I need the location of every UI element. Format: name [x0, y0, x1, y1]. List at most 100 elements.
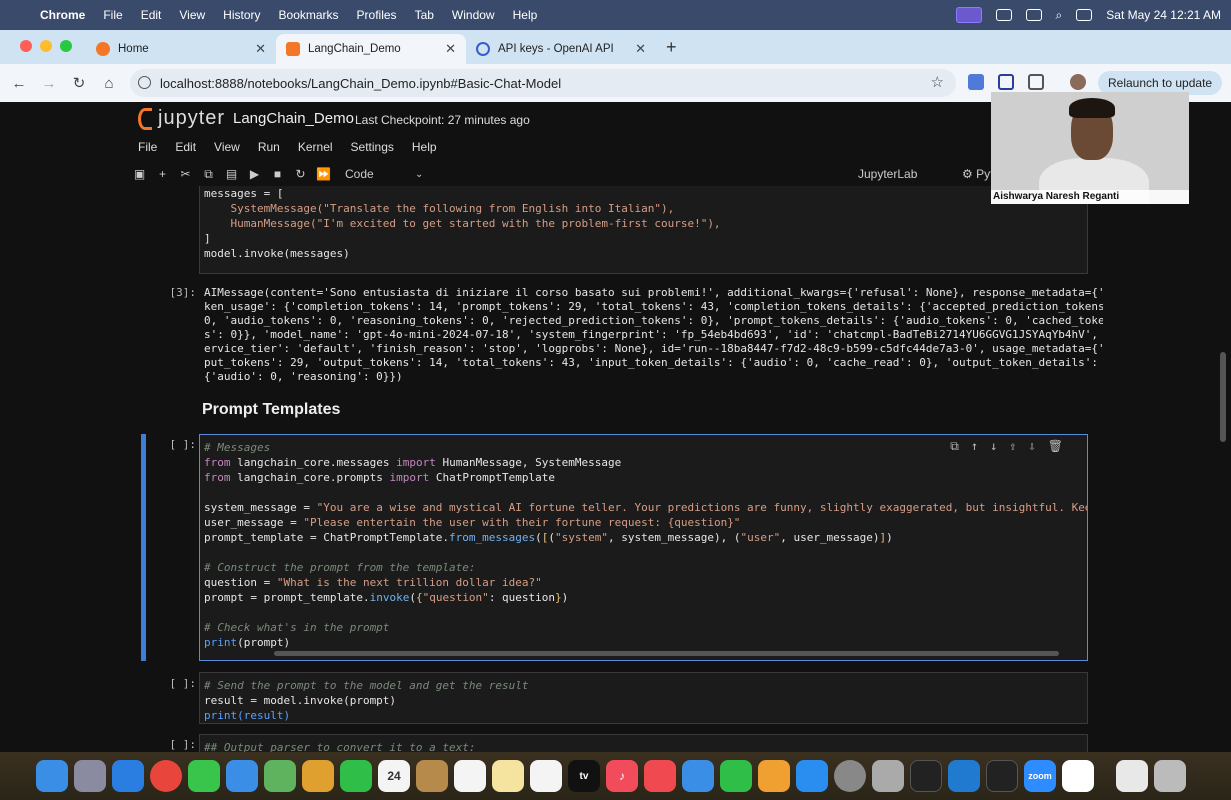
- restart-icon[interactable]: ↻: [289, 167, 312, 181]
- settings-icon[interactable]: [834, 760, 866, 792]
- jmenu-view[interactable]: View: [214, 140, 240, 154]
- documents-icon[interactable]: [1116, 760, 1148, 792]
- menu-edit[interactable]: Edit: [141, 8, 162, 22]
- horizontal-scrollbar[interactable]: [274, 651, 1059, 656]
- run-icon[interactable]: ▶: [243, 167, 266, 181]
- photos-icon[interactable]: [302, 760, 334, 792]
- menu-window[interactable]: Window: [452, 8, 495, 22]
- close-tab-icon[interactable]: ✕: [255, 41, 266, 57]
- jupyterlab-link[interactable]: JupyterLab: [858, 167, 917, 181]
- url-text[interactable]: localhost:8888/notebooks/LangChain_Demo.…: [160, 76, 561, 91]
- mail-icon[interactable]: [226, 760, 258, 792]
- insert-below-icon[interactable]: ⇩: [1029, 439, 1036, 454]
- duplicate-cell-icon[interactable]: ⧉: [950, 439, 959, 454]
- tv-icon[interactable]: tv: [568, 760, 600, 792]
- capcut-icon[interactable]: [1062, 760, 1094, 792]
- close-tab-icon[interactable]: ✕: [445, 41, 456, 57]
- jmenu-run[interactable]: Run: [258, 140, 280, 154]
- finder-icon[interactable]: [36, 760, 68, 792]
- move-up-icon[interactable]: ↑: [971, 439, 978, 454]
- move-down-icon[interactable]: ↓: [990, 439, 997, 454]
- copy-icon[interactable]: ⧉: [197, 167, 220, 182]
- zoom-icon[interactable]: zoom: [1024, 760, 1056, 792]
- facetime-icon[interactable]: [340, 760, 372, 792]
- jmenu-settings[interactable]: Settings: [351, 140, 394, 154]
- menubar-clock[interactable]: Sat May 24 12:21 AM: [1106, 8, 1221, 22]
- site-info-icon[interactable]: [138, 76, 151, 89]
- forward-arrow-icon[interactable]: →: [34, 75, 64, 92]
- close-window-button[interactable]: [20, 40, 32, 52]
- extension-icon[interactable]: [968, 74, 984, 90]
- chevron-down-icon[interactable]: ⌄: [415, 169, 423, 180]
- bookmark-star-icon[interactable]: ☆: [931, 73, 944, 91]
- tab-openai-api-keys[interactable]: API keys - OpenAI API ✕: [466, 34, 656, 64]
- insert-above-icon[interactable]: ⇪: [1009, 439, 1016, 454]
- save-icon[interactable]: ▣: [128, 167, 151, 181]
- menu-help[interactable]: Help: [513, 8, 538, 22]
- safari-icon[interactable]: [112, 760, 144, 792]
- tab-langchain-demo[interactable]: LangChain_Demo ✕: [276, 34, 466, 64]
- jmenu-kernel[interactable]: Kernel: [298, 140, 333, 154]
- music-icon[interactable]: ♪: [606, 760, 638, 792]
- calendar-icon[interactable]: 24: [378, 760, 410, 792]
- iterm-icon[interactable]: [986, 760, 1018, 792]
- back-arrow-icon[interactable]: ←: [4, 75, 34, 92]
- profile-avatar[interactable]: [1070, 74, 1086, 90]
- new-tab-icon[interactable]: +: [656, 37, 687, 64]
- minimize-window-button[interactable]: [40, 40, 52, 52]
- cut-icon[interactable]: ✂: [174, 167, 197, 181]
- wifi-icon[interactable]: [1025, 9, 1042, 21]
- cell-type-select[interactable]: Code: [345, 167, 415, 181]
- home-icon[interactable]: ⌂: [94, 75, 124, 92]
- preview-icon[interactable]: [872, 760, 904, 792]
- jmenu-file[interactable]: File: [138, 140, 157, 154]
- terminal-icon[interactable]: [910, 760, 942, 792]
- menu-app-name[interactable]: Chrome: [40, 8, 85, 22]
- extensions-puzzle-icon[interactable]: [1028, 74, 1044, 90]
- code-cell-editor[interactable]: messages = [ SystemMessage("Translate th…: [199, 186, 1088, 274]
- jmenu-help[interactable]: Help: [412, 140, 437, 154]
- menu-file[interactable]: File: [103, 8, 122, 22]
- tab-home[interactable]: Home ✕: [86, 34, 276, 64]
- freeform-icon[interactable]: [530, 760, 562, 792]
- numbers-icon[interactable]: [720, 760, 752, 792]
- code-cell-editor[interactable]: # Send the prompt to the model and get t…: [199, 672, 1088, 724]
- jupyter-logo[interactable]: jupyter: [138, 107, 225, 130]
- screen-share-icon[interactable]: [955, 7, 982, 23]
- notes-icon[interactable]: [416, 760, 448, 792]
- control-center-icon[interactable]: [1076, 9, 1093, 21]
- reminders-icon[interactable]: [454, 760, 486, 792]
- trash-icon[interactable]: [1154, 760, 1186, 792]
- chrome-icon[interactable]: [150, 760, 182, 792]
- vertical-scrollbar[interactable]: [1220, 352, 1226, 442]
- news-icon[interactable]: [644, 760, 676, 792]
- vscode-icon[interactable]: [948, 760, 980, 792]
- zoom-window-button[interactable]: [60, 40, 72, 52]
- delete-cell-icon[interactable]: 🗑: [1048, 439, 1063, 454]
- close-tab-icon[interactable]: ✕: [635, 41, 646, 57]
- stop-icon[interactable]: ■: [266, 167, 289, 181]
- code-cell-editor[interactable]: ## Output parser to convert it to a text…: [199, 734, 1088, 752]
- launchpad-icon[interactable]: [74, 760, 106, 792]
- jmenu-edit[interactable]: Edit: [175, 140, 196, 154]
- code-cell-editor-active[interactable]: # Messages from langchain_core.messages …: [199, 434, 1088, 661]
- restart-run-all-icon[interactable]: ⏩: [312, 167, 335, 181]
- address-bar[interactable]: localhost:8888/notebooks/LangChain_Demo.…: [130, 69, 956, 97]
- menu-bookmarks[interactable]: Bookmarks: [279, 8, 339, 22]
- notebook-title[interactable]: LangChain_Demo: [233, 110, 354, 127]
- menu-history[interactable]: History: [223, 8, 260, 22]
- insert-cell-icon[interactable]: +: [151, 167, 174, 181]
- maps-icon[interactable]: [264, 760, 296, 792]
- pages-icon[interactable]: [758, 760, 790, 792]
- messages-icon[interactable]: [188, 760, 220, 792]
- reload-icon[interactable]: ↻: [64, 74, 94, 92]
- search-icon[interactable]: ⌕: [1056, 8, 1063, 23]
- paste-icon[interactable]: ▤: [220, 167, 243, 181]
- menu-tab[interactable]: Tab: [415, 8, 434, 22]
- menu-view[interactable]: View: [179, 8, 205, 22]
- stickies-icon[interactable]: [492, 760, 524, 792]
- app-store-icon[interactable]: [796, 760, 828, 792]
- extension-icon[interactable]: [998, 74, 1014, 90]
- battery-icon[interactable]: [995, 9, 1012, 21]
- menu-profiles[interactable]: Profiles: [357, 8, 397, 22]
